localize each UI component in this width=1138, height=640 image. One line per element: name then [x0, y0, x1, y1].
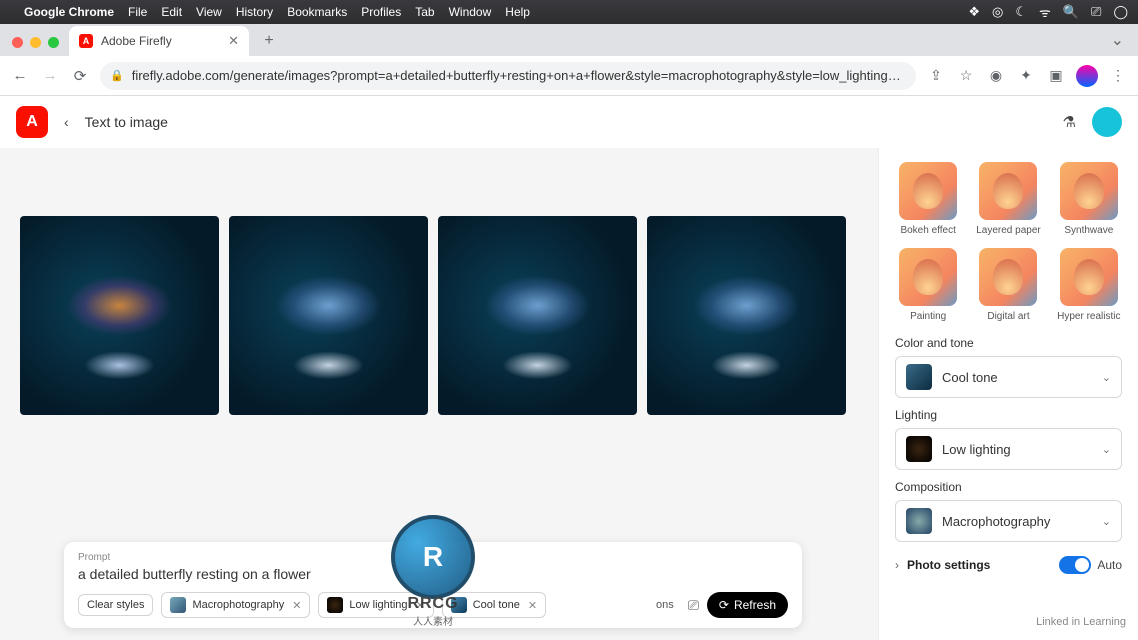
chrome-tabbar: A Adobe Firefly ✕ + ⌄ [0, 24, 1138, 56]
generated-image-2[interactable] [229, 216, 428, 415]
remove-tag-icon[interactable]: ✕ [528, 599, 537, 612]
menu-view[interactable]: View [196, 5, 222, 19]
menu-history[interactable]: History [236, 5, 273, 19]
refresh-button[interactable]: ⟳Refresh [707, 592, 788, 618]
share-icon[interactable]: ⇪ [926, 67, 946, 84]
search-icon[interactable]: 🔍 [1063, 4, 1079, 20]
close-window-button[interactable] [12, 37, 23, 48]
toggle-icon[interactable]: ⎚ [1091, 4, 1101, 20]
kebab-menu-icon[interactable]: ⋮ [1108, 67, 1128, 84]
photo-settings-row[interactable]: › Photo settings Auto [895, 556, 1122, 574]
tag-cool-tone[interactable]: Cool tone✕ [442, 592, 546, 618]
extension-icon[interactable]: ◉ [986, 67, 1006, 84]
composition-dropdown[interactable]: Macrophotography ⌄ [895, 500, 1122, 542]
cool-tone-swatch [906, 364, 932, 390]
auto-label: Auto [1097, 558, 1122, 572]
url-text: firefly.adobe.com/generate/images?prompt… [132, 68, 906, 83]
chevron-down-icon: ⌄ [1102, 443, 1111, 456]
style-digital-art[interactable]: Digital art [975, 248, 1041, 322]
menu-file[interactable]: File [128, 5, 147, 19]
back-chevron-icon[interactable]: ‹ [64, 114, 69, 130]
menu-tab[interactable]: Tab [415, 5, 434, 19]
lighting-value: Low lighting [942, 442, 1011, 457]
tag-macrophotography[interactable]: Macrophotography✕ [161, 592, 310, 618]
star-icon[interactable]: ☆ [956, 67, 976, 84]
prompt-panel: Prompt a detailed butterfly resting on a… [64, 542, 802, 628]
adobe-logo[interactable]: A [16, 106, 48, 138]
style-tags-row: Clear styles Macrophotography✕ Low light… [78, 592, 788, 618]
adobe-favicon: A [79, 34, 93, 48]
color-tone-value: Cool tone [942, 370, 998, 385]
suggestions-label[interactable]: ons [650, 595, 680, 615]
chevron-right-icon: › [895, 558, 899, 572]
composition-label: Composition [895, 480, 1122, 494]
style-bokeh[interactable]: Bokeh effect [895, 162, 961, 236]
user-avatar[interactable] [1092, 107, 1122, 137]
style-painting[interactable]: Painting [895, 248, 961, 322]
browser-tab[interactable]: A Adobe Firefly ✕ [69, 26, 249, 56]
color-tone-dropdown[interactable]: Cool tone ⌄ [895, 356, 1122, 398]
linkedin-learning-watermark: Linked in Learning [1036, 616, 1126, 628]
app-header: A ‹ Text to image ⚗ [0, 96, 1138, 148]
reload-button[interactable]: ⟳ [70, 67, 90, 85]
menu-profiles[interactable]: Profiles [361, 5, 401, 19]
menu-help[interactable]: Help [505, 5, 530, 19]
back-button[interactable]: ← [10, 67, 30, 84]
lock-icon: 🔒 [110, 69, 124, 82]
style-layered-paper[interactable]: Layered paper [975, 162, 1041, 236]
styles-sidebar: Bokeh effect Layered paper Synthwave Pai… [878, 148, 1138, 640]
remove-tag-icon[interactable]: ✕ [416, 599, 425, 612]
suggestions-toggle-icon[interactable]: ⎚ [688, 597, 699, 614]
chevron-down-icon: ⌄ [1102, 515, 1111, 528]
profile-avatar[interactable] [1076, 65, 1098, 87]
page-title: Text to image [85, 114, 168, 130]
photo-settings-label: Photo settings [907, 558, 990, 572]
wifi-icon[interactable]: ᯤ [1039, 3, 1051, 21]
user-icon[interactable]: ◯ [1113, 4, 1128, 20]
macos-menubar: Google Chrome File Edit View History Boo… [0, 0, 1138, 24]
composition-value: Macrophotography [942, 514, 1050, 529]
low-lighting-swatch [906, 436, 932, 462]
window-controls [12, 37, 59, 48]
url-bar[interactable]: 🔒 firefly.adobe.com/generate/images?prom… [100, 62, 916, 90]
beaker-icon[interactable]: ⚗ [1063, 113, 1076, 131]
menubar-app-name[interactable]: Google Chrome [24, 5, 114, 19]
moon-icon[interactable]: ☾ [1015, 4, 1027, 20]
sidepanel-icon[interactable]: ▣ [1046, 67, 1066, 84]
new-tab-button[interactable]: + [257, 29, 281, 53]
menu-edit[interactable]: Edit [161, 5, 182, 19]
tab-title: Adobe Firefly [101, 34, 172, 48]
menubar-right: ❖ ◎ ☾ ᯤ 🔍 ⎚ ◯ [968, 3, 1128, 21]
generated-image-1[interactable] [20, 216, 219, 415]
lighting-label: Lighting [895, 408, 1122, 422]
style-grid: Bokeh effect Layered paper Synthwave Pai… [895, 162, 1122, 322]
chevron-down-icon: ⌄ [1102, 371, 1111, 384]
generated-image-3[interactable] [438, 216, 637, 415]
remove-tag-icon[interactable]: ✕ [292, 599, 301, 612]
refresh-icon: ⟳ [719, 598, 729, 612]
menu-window[interactable]: Window [449, 5, 492, 19]
forward-button[interactable]: → [40, 67, 60, 84]
prompt-text[interactable]: a detailed butterfly resting on a flower [78, 566, 788, 582]
generated-image-4[interactable] [647, 216, 846, 415]
auto-toggle[interactable] [1059, 556, 1091, 574]
style-synthwave[interactable]: Synthwave [1056, 162, 1122, 236]
control-center-icon[interactable]: ❖ [968, 4, 980, 20]
prompt-label: Prompt [78, 552, 788, 563]
macro-swatch [906, 508, 932, 534]
style-hyper-realistic[interactable]: Hyper realistic [1056, 248, 1122, 322]
clear-styles-button[interactable]: Clear styles [78, 594, 153, 616]
tabs-menu-icon[interactable]: ⌄ [1111, 30, 1124, 50]
menu-bookmarks[interactable]: Bookmarks [287, 5, 347, 19]
minimize-window-button[interactable] [30, 37, 41, 48]
browser-toolbar: ← → ⟳ 🔒 firefly.adobe.com/generate/image… [0, 56, 1138, 96]
tag-low-lighting[interactable]: Low lighting✕ [318, 592, 433, 618]
sync-icon[interactable]: ◎ [992, 4, 1003, 20]
puzzle-icon[interactable]: ✦ [1016, 67, 1036, 84]
lighting-dropdown[interactable]: Low lighting ⌄ [895, 428, 1122, 470]
maximize-window-button[interactable] [48, 37, 59, 48]
color-tone-label: Color and tone [895, 336, 1122, 350]
close-tab-icon[interactable]: ✕ [228, 33, 239, 49]
